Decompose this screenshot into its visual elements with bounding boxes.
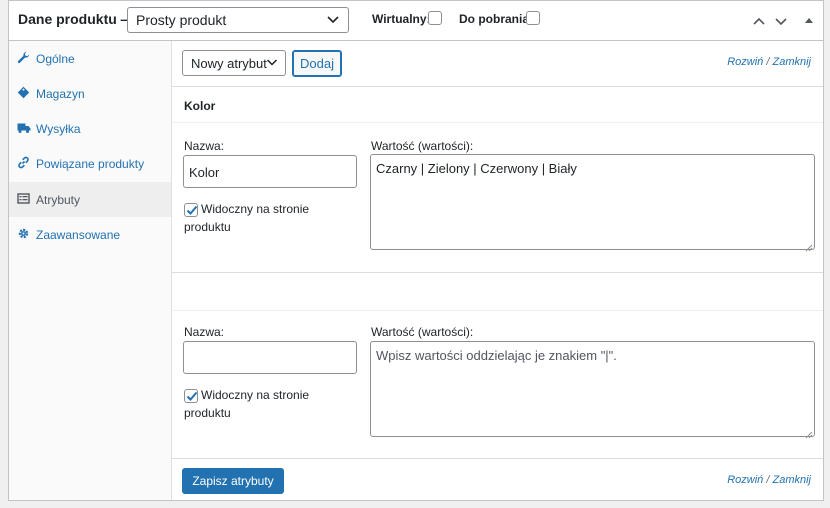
attribute-type-select[interactable]: Nowy atrybut (182, 50, 286, 76)
close-all-link[interactable]: Zamknij (772, 474, 811, 486)
panel-header: Dane produktu — Prosty produkt Wirtualny… (9, 1, 823, 41)
resize-grip-icon[interactable] (805, 427, 813, 439)
attribute-header[interactable]: Kolor (172, 86, 823, 123)
sidebar-item-attributes[interactable]: Atrybuty (9, 182, 171, 217)
sidebar-item-label: Wysyłka (36, 122, 81, 136)
product-type-value: Prosty produkt (136, 12, 227, 28)
chevron-down-icon (325, 11, 341, 30)
sidebar-item-shipping[interactable]: Wysyłka (9, 111, 171, 146)
attributes-panel: Nowy atrybut Dodaj Rozwiń / Zamknij Kolo… (172, 41, 823, 500)
sidebar-item-general[interactable]: Ogólne (9, 41, 171, 76)
attribute-values-textarea[interactable]: Czarny | Zielony | Czerwony | Biały (370, 154, 815, 252)
sidebar-item-label: Ogólne (36, 52, 75, 66)
attribute-title: Kolor (184, 99, 216, 113)
tag-icon (17, 86, 30, 99)
virtual-checkbox[interactable] (428, 11, 442, 25)
expand-all-link[interactable]: Rozwiń (727, 56, 763, 68)
wrench-icon (17, 51, 30, 64)
attribute-name-input[interactable] (183, 341, 357, 374)
save-attributes-button[interactable]: Zapisz atrybuty (182, 468, 284, 494)
link-separator: / (766, 474, 770, 486)
attribute-header[interactable] (172, 273, 823, 311)
add-attribute-button[interactable]: Dodaj (292, 50, 342, 77)
values-label: Wartość (wartości): (371, 139, 474, 153)
sidebar-item-label: Powiązane produkty (36, 157, 145, 171)
downloadable-label: Do pobrania: (459, 12, 533, 26)
truck-icon (17, 121, 31, 134)
list-icon (17, 192, 30, 205)
attribute-values-placeholder: Wpisz wartości oddzielając je znakiem "|… (376, 348, 617, 363)
link-separator: / (766, 56, 770, 68)
product-data-panel: Dane produktu — Prosty produkt Wirtualny… (8, 0, 824, 501)
virtual-label: Wirtualny: (372, 12, 431, 26)
attribute-values-textarea[interactable]: Wpisz wartości oddzielając je znakiem "|… (370, 341, 815, 439)
values-label: Wartość (wartości): (371, 325, 474, 339)
sidebar-item-inventory[interactable]: Magazyn (9, 76, 171, 111)
footer-expand-collapse-links: Rozwiń / Zamknij (727, 474, 811, 486)
attribute-values-text: Czarny | Zielony | Czerwony | Biały (376, 161, 577, 176)
close-all-link[interactable]: Zamknij (772, 56, 811, 68)
chevron-down-icon (265, 55, 279, 72)
collapse-toggle-icon[interactable] (801, 13, 817, 29)
attribute-type-value: Nowy atrybut (191, 56, 267, 71)
product-tabs-sidebar: Ogólne Magazyn Wysyłka Powiązane produkt… (9, 41, 172, 500)
sidebar-item-linked-products[interactable]: Powiązane produkty (9, 146, 171, 181)
sidebar-item-label: Atrybuty (36, 193, 81, 207)
gear-icon (17, 227, 30, 240)
footer-divider (172, 458, 823, 459)
resize-grip-icon[interactable] (805, 240, 813, 252)
panel-title: Dane produktu — (18, 11, 135, 27)
expand-all-link[interactable]: Rozwiń (727, 474, 763, 486)
chevron-down-icon[interactable] (773, 13, 789, 29)
sidebar-item-advanced[interactable]: Zaawansowane (9, 217, 171, 252)
attribute-name-input[interactable]: Kolor (183, 155, 357, 188)
visible-checkbox-label: Widoczny na stronie produktu (184, 202, 310, 234)
product-type-select[interactable]: Prosty produkt (127, 7, 349, 33)
link-icon (17, 156, 30, 169)
name-label: Nazwa: (184, 139, 225, 153)
chevron-up-icon[interactable] (751, 13, 767, 29)
sidebar-item-label: Magazyn (36, 87, 85, 101)
expand-collapse-links: Rozwiń / Zamknij (727, 56, 811, 68)
name-label: Nazwa: (184, 325, 225, 339)
visible-checkbox-label: Widoczny na stronie produktu (184, 388, 310, 420)
sidebar-item-label: Zaawansowane (36, 228, 121, 242)
downloadable-checkbox[interactable] (526, 11, 540, 25)
